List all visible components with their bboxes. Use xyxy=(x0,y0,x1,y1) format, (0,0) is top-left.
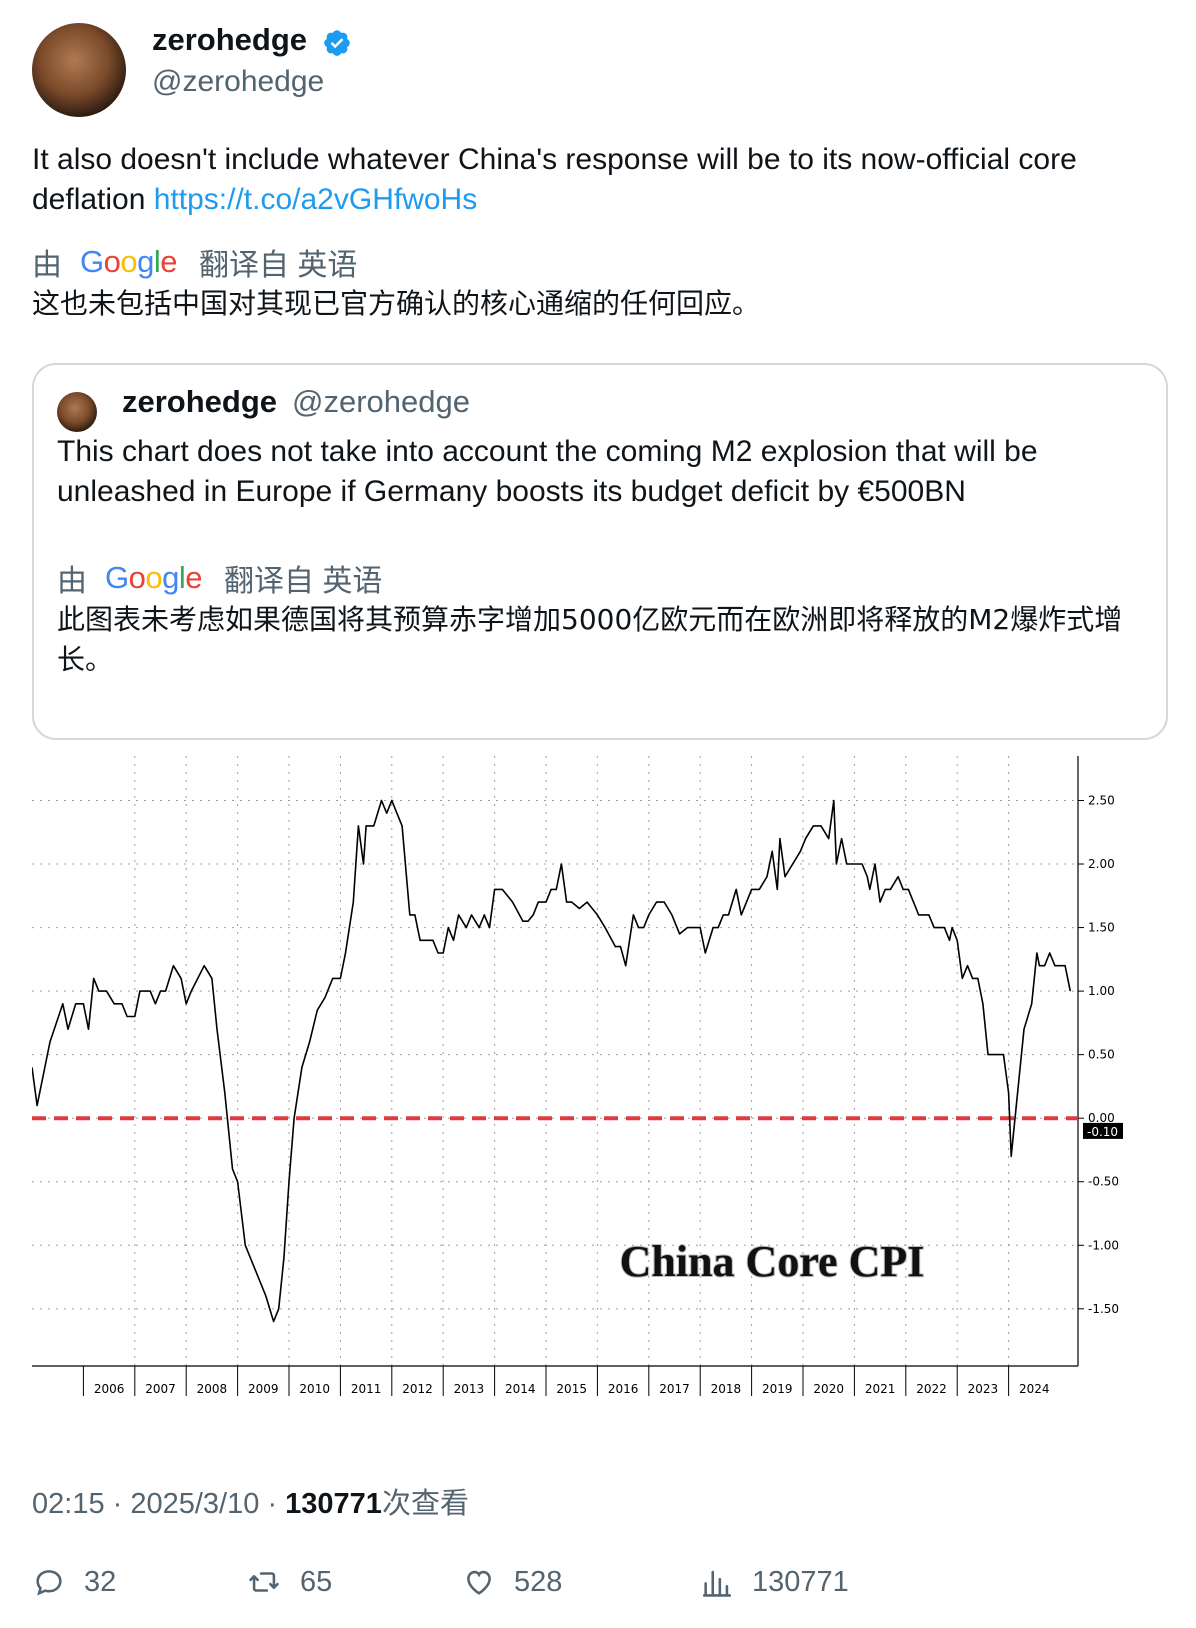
quote-translation-by: 由 xyxy=(57,565,87,598)
chart-title: China Core CPI xyxy=(620,1237,925,1286)
translation-from: 翻译自 英语 xyxy=(199,249,358,282)
tweet-text: It also doesn't include whatever China's… xyxy=(32,140,1167,220)
author-avatar[interactable] xyxy=(32,23,126,117)
china-core-cpi-chart[interactable]: 2.502.001.501.000.500.00-0.50-1.00-1.502… xyxy=(32,756,1167,1456)
author-handle[interactable]: @zerohedge xyxy=(152,65,324,99)
repost-icon xyxy=(249,1572,279,1592)
quote-author-name: zerohedge xyxy=(122,384,278,419)
tweet-time[interactable]: 02:15 xyxy=(32,1488,105,1520)
x-tick-label: 2006 xyxy=(94,1382,125,1396)
y-tick-label: -1.50 xyxy=(1088,1302,1119,1316)
x-tick-label: 2009 xyxy=(248,1382,279,1396)
reply-count: 32 xyxy=(84,1565,117,1598)
tweet-date[interactable]: 2025/3/10 xyxy=(130,1488,259,1520)
x-tick-label: 2020 xyxy=(813,1382,844,1396)
x-tick-label: 2010 xyxy=(299,1382,330,1396)
translation-by: 由 xyxy=(32,249,62,282)
y-tick-label: 0.50 xyxy=(1088,1048,1115,1062)
quote-author-handle: @zerohedge xyxy=(292,384,470,419)
repost-button[interactable]: 65 xyxy=(246,1565,332,1599)
views-count: 130771 xyxy=(752,1565,849,1598)
x-tick-label: 2018 xyxy=(711,1382,742,1396)
y-tick-label: 2.50 xyxy=(1088,793,1115,807)
x-tick-label: 2007 xyxy=(145,1382,176,1396)
heart-icon xyxy=(467,1570,491,1595)
reply-icon xyxy=(36,1570,62,1596)
x-tick-label: 2014 xyxy=(505,1382,536,1396)
x-tick-label: 2023 xyxy=(968,1382,999,1396)
y-tick-label: 1.50 xyxy=(1088,921,1115,935)
google-logo-icon: Google xyxy=(105,560,203,595)
action-bar: 32 65 528 130771 xyxy=(0,1565,1196,1615)
quote-text: This chart does not take into account th… xyxy=(57,435,1038,508)
quote-translation-attribution: 由 Google 翻译自 英语 xyxy=(57,556,382,600)
last-value-label: -0.10 xyxy=(1087,1125,1118,1139)
x-tick-label: 2013 xyxy=(454,1382,485,1396)
translation-attribution: 由 Google 翻译自 英语 xyxy=(32,240,357,284)
y-tick-label: -1.00 xyxy=(1088,1238,1119,1252)
tweet-link[interactable]: https://t.co/a2vGHfwoHs xyxy=(154,183,477,216)
quote-avatar xyxy=(57,392,97,432)
x-tick-label: 2015 xyxy=(556,1382,587,1396)
like-count: 528 xyxy=(514,1565,563,1598)
tweet-meta: 02:15 · 2025/3/10 · 130771次查看 xyxy=(32,1488,469,1520)
repost-count: 65 xyxy=(300,1565,333,1598)
view-count: 130771 xyxy=(285,1488,382,1520)
like-button[interactable]: 528 xyxy=(462,1565,562,1599)
y-tick-label: 2.00 xyxy=(1088,857,1115,871)
x-tick-label: 2017 xyxy=(659,1382,690,1396)
analytics-icon xyxy=(702,1570,732,1597)
x-tick-label: 2016 xyxy=(608,1382,639,1396)
x-tick-label: 2021 xyxy=(865,1382,896,1396)
x-tick-label: 2008 xyxy=(197,1382,228,1396)
google-logo-icon: Google xyxy=(80,244,178,279)
x-tick-label: 2024 xyxy=(1019,1382,1050,1396)
y-tick-label: 1.00 xyxy=(1088,984,1115,998)
translation-text: 这也未包括中国对其现已官方确认的核心通缩的任何回应。 xyxy=(32,287,761,320)
views-button[interactable]: 130771 xyxy=(700,1565,849,1599)
quote-translation-text: 此图表未考虑如果德国将其预算赤字增加5000亿欧元而在欧洲即将释放的M2爆炸式增… xyxy=(57,603,1123,676)
author-name[interactable]: zerohedge xyxy=(152,22,307,58)
x-tick-label: 2022 xyxy=(916,1382,947,1396)
view-count-label: 次查看 xyxy=(381,1488,469,1520)
reply-button[interactable]: 32 xyxy=(32,1565,116,1599)
x-tick-label: 2012 xyxy=(402,1382,433,1396)
x-tick-label: 2019 xyxy=(762,1382,793,1396)
y-tick-label: -0.50 xyxy=(1088,1175,1119,1189)
x-tick-label: 2011 xyxy=(351,1382,382,1396)
verified-badge-icon xyxy=(324,30,350,56)
quote-translation-from: 翻译自 英语 xyxy=(224,565,383,598)
